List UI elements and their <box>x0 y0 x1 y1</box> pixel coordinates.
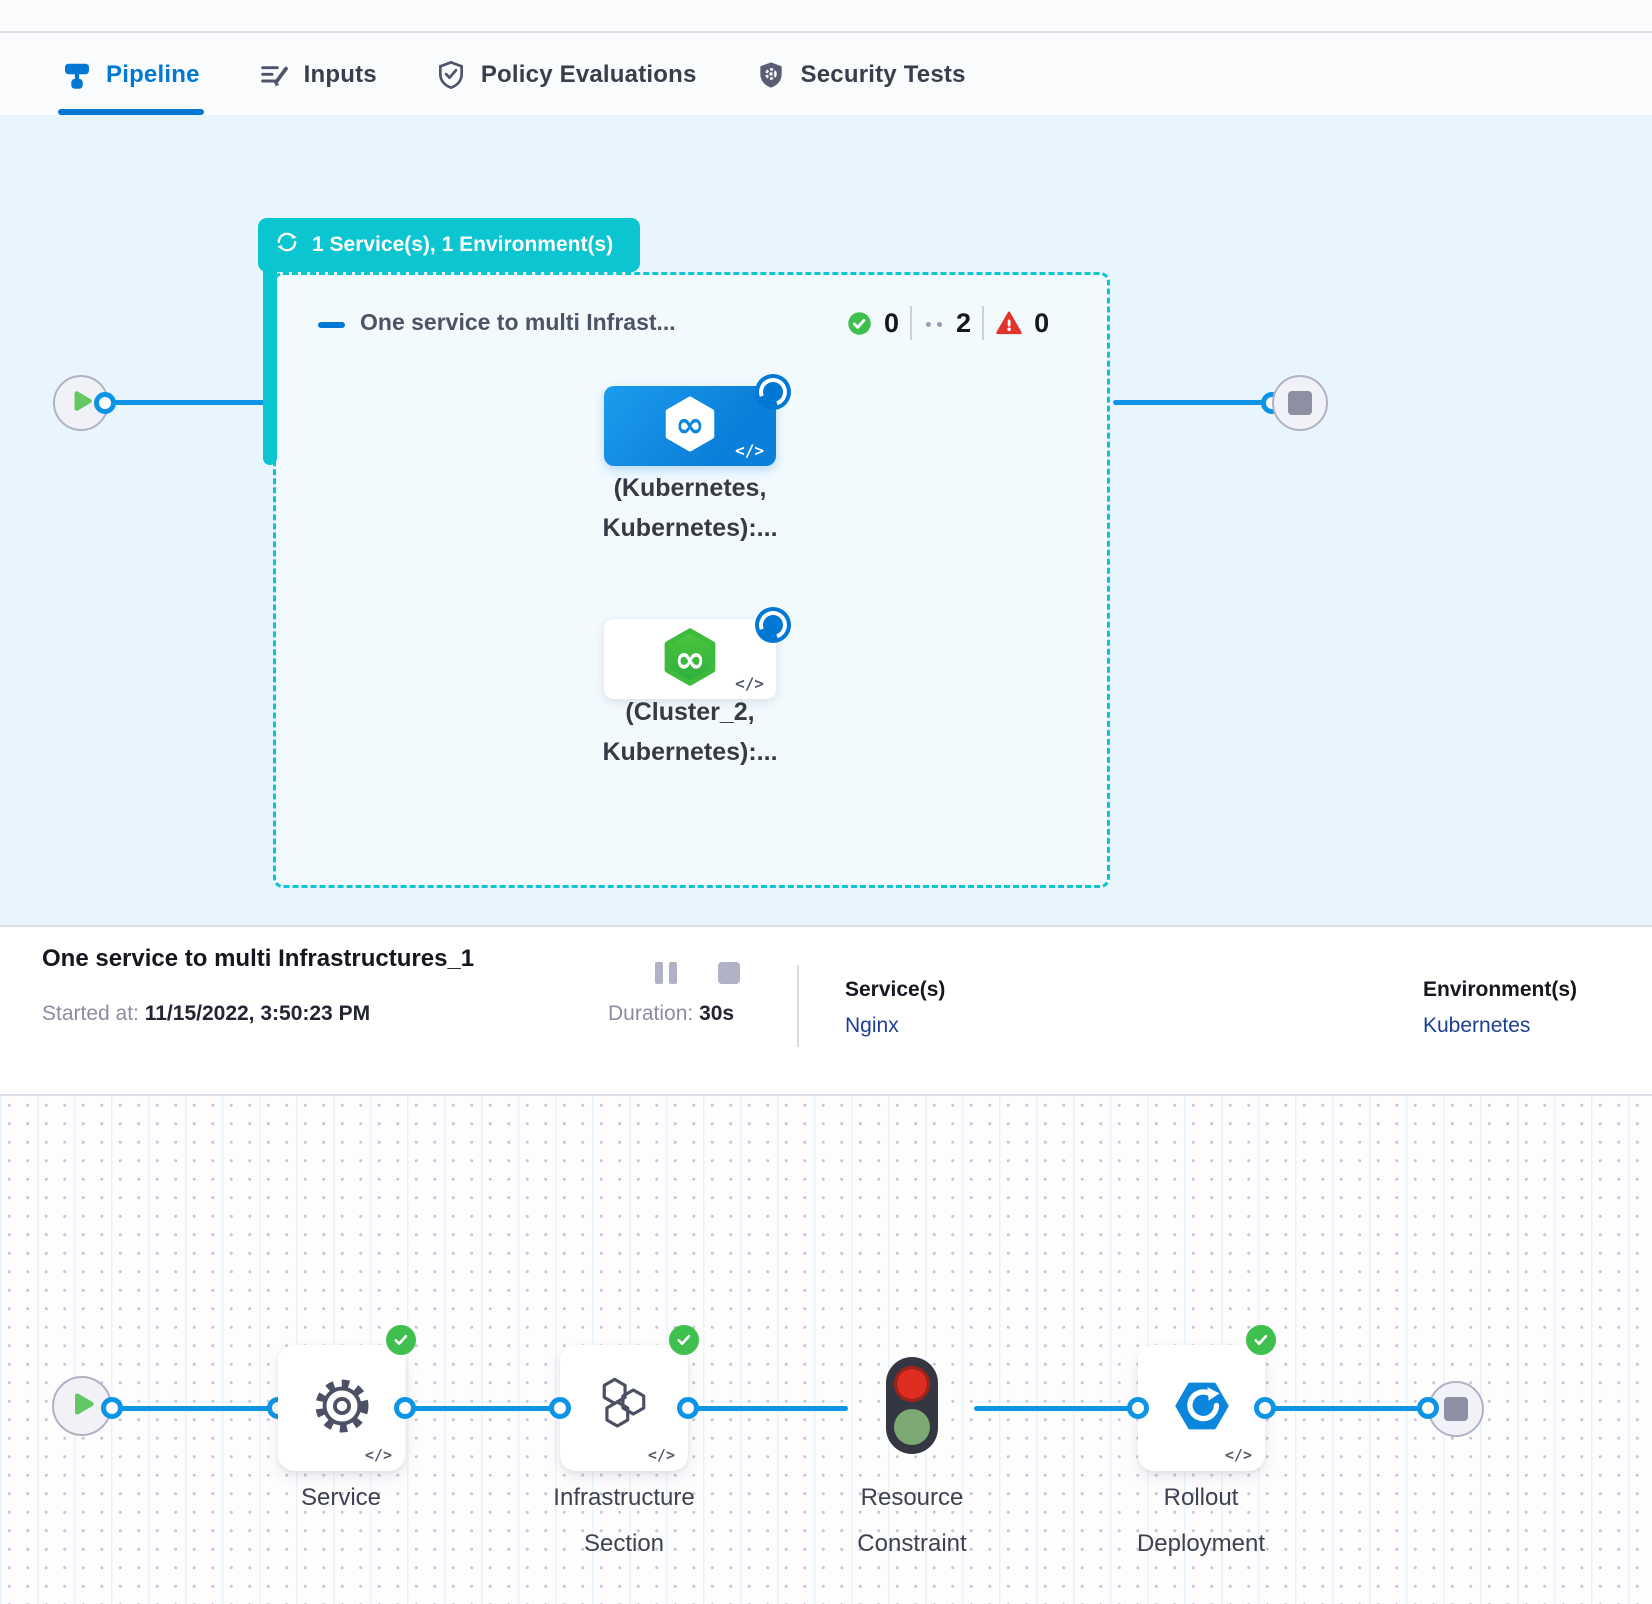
connector-line <box>690 1406 848 1411</box>
success-check-icon <box>669 1325 699 1355</box>
connector-dot <box>101 1397 123 1419</box>
success-status-icon <box>846 310 873 337</box>
tab-security-tests[interactable]: Security Tests <box>755 35 966 115</box>
environments-label: Environment(s) <box>1423 978 1577 1002</box>
gear-icon <box>311 1375 373 1442</box>
connector-dot <box>677 1397 699 1419</box>
step-node-resource-constraint[interactable] <box>886 1357 938 1454</box>
traffic-light-red-icon <box>894 1366 930 1402</box>
traffic-light-green-icon <box>894 1409 930 1445</box>
warning-status-icon <box>995 309 1023 337</box>
step-label-resource-constraint: Resource Constraint <box>782 1475 1042 1567</box>
tab-inputs[interactable]: Inputs <box>258 35 377 115</box>
stage-status-row: 0 2 0 <box>846 306 1049 340</box>
success-check-icon <box>386 1325 416 1355</box>
stop-icon <box>1288 391 1312 415</box>
step-label-rollout-deployment: Rollout Deployment <box>1071 1475 1331 1567</box>
info-divider <box>797 965 799 1047</box>
connector-dot <box>1254 1397 1276 1419</box>
execution-title: One service to multi Infrastructures_1 <box>42 945 474 973</box>
connector-line <box>974 1406 1136 1411</box>
code-icon: </> <box>365 1446 392 1464</box>
environments-block: Environment(s) Kubernetes <box>1423 978 1577 1038</box>
inputs-icon <box>258 59 290 91</box>
harness-hexagon-icon: ∞ <box>662 396 718 457</box>
top-strip <box>0 0 1652 33</box>
services-block: Service(s) Nginx <box>845 978 945 1038</box>
loop-strategy-badge[interactable]: 1 Service(s), 1 Environment(s) <box>258 218 640 272</box>
tab-bar: Pipeline Inputs Policy Evaluations Secur… <box>0 35 1652 115</box>
step-node-rollout-deployment[interactable]: </> <box>1138 1345 1265 1471</box>
running-spinner-icon <box>755 374 791 410</box>
pause-execution-button[interactable] <box>655 962 677 989</box>
svg-text:∞: ∞ <box>674 636 705 680</box>
matrix-node-label: (Kubernetes, Kubernetes):... <box>530 468 850 548</box>
security-shield-gear-icon <box>755 59 787 91</box>
tab-pipeline[interactable]: Pipeline <box>62 35 200 115</box>
tab-inputs-label: Inputs <box>304 61 377 89</box>
environment-link-kubernetes[interactable]: Kubernetes <box>1423 1014 1577 1038</box>
policy-shield-check-icon <box>435 59 467 91</box>
success-count: 0 <box>884 308 899 339</box>
connector-line <box>407 1406 560 1411</box>
loop-icon <box>274 229 300 261</box>
duration-value: 30s <box>699 1002 734 1025</box>
matrix-node-label: (Cluster_2, Kubernetes):... <box>530 692 850 772</box>
stop-icon <box>1444 1397 1468 1421</box>
play-icon <box>68 388 94 419</box>
connector-dot <box>1127 1397 1149 1419</box>
step-label-infrastructure-section: Infrastructure Section <box>494 1475 754 1567</box>
started-at: Started at: 11/15/2022, 3:50:23 PM <box>42 1002 370 1026</box>
collapse-stage-button[interactable] <box>318 322 345 328</box>
loop-badge-label: 1 Service(s), 1 Environment(s) <box>312 233 613 257</box>
connector-line <box>1113 400 1263 405</box>
matrix-stage-box <box>273 272 1110 888</box>
play-icon <box>68 1390 96 1423</box>
connector-line <box>114 1406 278 1411</box>
running-spinner-icon <box>755 607 791 643</box>
connector-line <box>1267 1406 1428 1411</box>
rollout-deployment-icon <box>1173 1377 1231 1440</box>
hexagons-icon <box>592 1374 656 1443</box>
pipeline-execution-page: Pipeline Inputs Policy Evaluations Secur… <box>0 0 1652 1604</box>
tab-policy-evaluations[interactable]: Policy Evaluations <box>435 35 697 115</box>
service-link-nginx[interactable]: Nginx <box>845 1014 945 1038</box>
code-icon: </> <box>648 1446 675 1464</box>
pending-count: 2 <box>956 308 971 339</box>
status-divider <box>982 306 984 340</box>
step-label-service: Service <box>211 1475 471 1521</box>
connector-dot <box>549 1397 571 1419</box>
matrix-node-kubernetes[interactable]: ∞ </> <box>604 386 776 466</box>
step-node-infrastructure-section[interactable]: </> <box>560 1345 688 1471</box>
started-at-value: 11/15/2022, 3:50:23 PM <box>145 1002 370 1025</box>
pending-status-icon <box>923 314 945 332</box>
connector-line <box>107 400 265 405</box>
svg-text:∞: ∞ <box>675 405 704 445</box>
step-node-service[interactable]: </> <box>278 1345 405 1471</box>
code-icon: </> <box>1225 1446 1252 1464</box>
success-check-icon <box>1246 1325 1276 1355</box>
failed-count: 0 <box>1034 308 1049 339</box>
code-icon: </> <box>735 674 764 693</box>
loop-strategy-bar <box>263 258 277 465</box>
connector-dot <box>1417 1397 1439 1419</box>
connector-dot <box>394 1397 416 1419</box>
services-label: Service(s) <box>845 978 945 1002</box>
pipeline-icon <box>62 60 92 90</box>
connector-dot <box>94 392 116 414</box>
pipeline-end-node <box>1272 375 1328 431</box>
tab-pipeline-label: Pipeline <box>106 61 200 89</box>
stop-execution-button[interactable] <box>718 962 740 989</box>
stage-name: One service to multi Infrast... <box>360 309 676 336</box>
code-icon: </> <box>735 441 764 460</box>
matrix-node-cluster-2[interactable]: ∞ </> <box>604 619 776 699</box>
tab-security-tests-label: Security Tests <box>801 61 966 89</box>
duration: Duration: 30s <box>608 1002 734 1026</box>
tab-policy-evaluations-label: Policy Evaluations <box>481 61 697 89</box>
status-divider <box>910 306 912 340</box>
harness-hexagon-icon: ∞ <box>660 627 720 692</box>
